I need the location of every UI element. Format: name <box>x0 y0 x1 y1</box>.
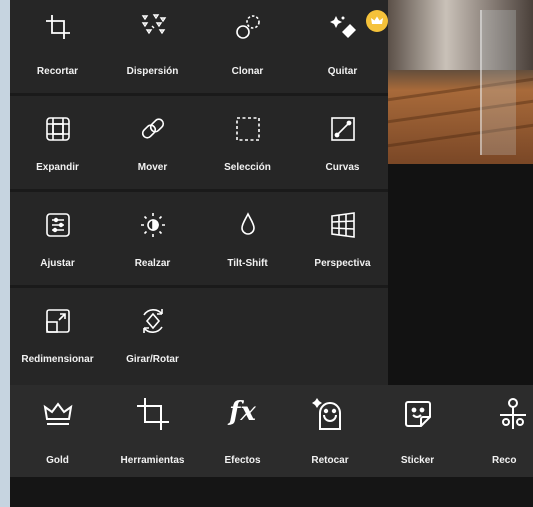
tool-crop[interactable]: Recortar <box>10 0 105 96</box>
tool-label: Curvas <box>325 162 360 173</box>
resize-icon <box>43 306 73 336</box>
nav-label: Reco <box>492 455 517 466</box>
nav-label: Retocar <box>311 455 349 466</box>
nav-label: Efectos <box>224 455 261 466</box>
tool-enhance[interactable]: Realzar <box>105 192 200 288</box>
curves-icon <box>328 114 358 144</box>
crown-icon <box>39 395 77 433</box>
perspective-icon <box>328 210 358 240</box>
dispersion-icon <box>138 12 168 42</box>
tool-expand[interactable]: Expandir <box>10 96 105 192</box>
canvas-background <box>388 164 533 385</box>
fx-icon: fx <box>229 397 256 427</box>
tool-rotate[interactable]: Girar/Rotar <box>105 288 200 384</box>
selection-icon <box>233 114 263 144</box>
clone-icon <box>233 12 263 42</box>
rotate-icon <box>138 306 168 336</box>
nav-label: Sticker <box>400 455 435 466</box>
tool-label: Expandir <box>36 162 79 173</box>
nav-gold[interactable]: Gold <box>10 385 105 477</box>
tool-label: Recortar <box>36 66 79 77</box>
tools-row-2: Expandir Mover Selección Curvas <box>10 96 388 192</box>
tool-label: Dispersión <box>126 66 179 77</box>
nav-retouch[interactable]: Retocar <box>285 385 375 477</box>
nav-label: Herramientas <box>120 455 185 466</box>
tools-row-1: Recortar Dispersión Clonar Quitar <box>10 0 388 93</box>
tool-label: Clonar <box>231 66 264 77</box>
eraser-sparkle-icon <box>328 12 358 42</box>
tools-row-4: Redimensionar Girar/Rotar <box>10 288 388 385</box>
cutout-icon <box>494 395 532 433</box>
system-navigation-strip <box>10 477 533 507</box>
adjust-icon <box>43 210 73 240</box>
retouch-face-icon <box>311 395 349 433</box>
tool-move[interactable]: Mover <box>105 96 200 192</box>
sticker-icon <box>399 395 437 433</box>
tool-label: Mover <box>137 162 168 173</box>
nav-tools[interactable]: Herramientas <box>105 385 200 477</box>
tool-label: Redimensionar <box>21 354 94 365</box>
expand-icon <box>43 114 73 144</box>
left-edge <box>0 0 10 507</box>
tool-label: Perspectiva <box>314 258 371 269</box>
crop-tools-icon <box>134 395 172 433</box>
tool-clone[interactable]: Clonar <box>200 0 295 96</box>
tool-label: Girar/Rotar <box>126 354 179 365</box>
tools-panel: Recortar Dispersión Clonar Quitar Expand… <box>10 0 388 385</box>
tool-resize[interactable]: Redimensionar <box>10 288 105 384</box>
tool-label: Ajustar <box>40 258 75 269</box>
tools-row-3: Ajustar Realzar Tilt-Shift Perspectiva <box>10 192 388 288</box>
enhance-icon <box>138 210 168 240</box>
tool-label: Selección <box>224 162 271 173</box>
move-icon <box>138 114 168 144</box>
tool-label: Realzar <box>134 258 171 269</box>
nav-label: Gold <box>46 455 69 466</box>
photo-glass-panel <box>480 10 516 155</box>
tool-label: Tilt-Shift <box>227 258 268 269</box>
nav-sticker[interactable]: Sticker <box>375 385 460 477</box>
crop-icon <box>43 12 73 42</box>
tool-curves[interactable]: Curvas <box>295 96 390 192</box>
tool-selection[interactable]: Selección <box>200 96 295 192</box>
tool-perspective[interactable]: Perspectiva <box>295 192 390 288</box>
tool-adjust[interactable]: Ajustar <box>10 192 105 288</box>
nav-cutout[interactable]: Reco <box>480 385 533 477</box>
tool-tilt-shift[interactable]: Tilt-Shift <box>200 192 295 288</box>
nav-effects[interactable]: fx Efectos <box>200 385 285 477</box>
crown-icon <box>371 16 383 24</box>
tool-dispersion[interactable]: Dispersión <box>105 0 200 96</box>
premium-badge <box>366 10 388 32</box>
photo-canvas[interactable] <box>388 0 533 164</box>
tool-label: Quitar <box>327 66 358 77</box>
bottom-navigation-bar: Gold Herramientas fx Efectos Retocar Sti… <box>10 385 533 477</box>
tilt-shift-icon <box>233 210 263 240</box>
